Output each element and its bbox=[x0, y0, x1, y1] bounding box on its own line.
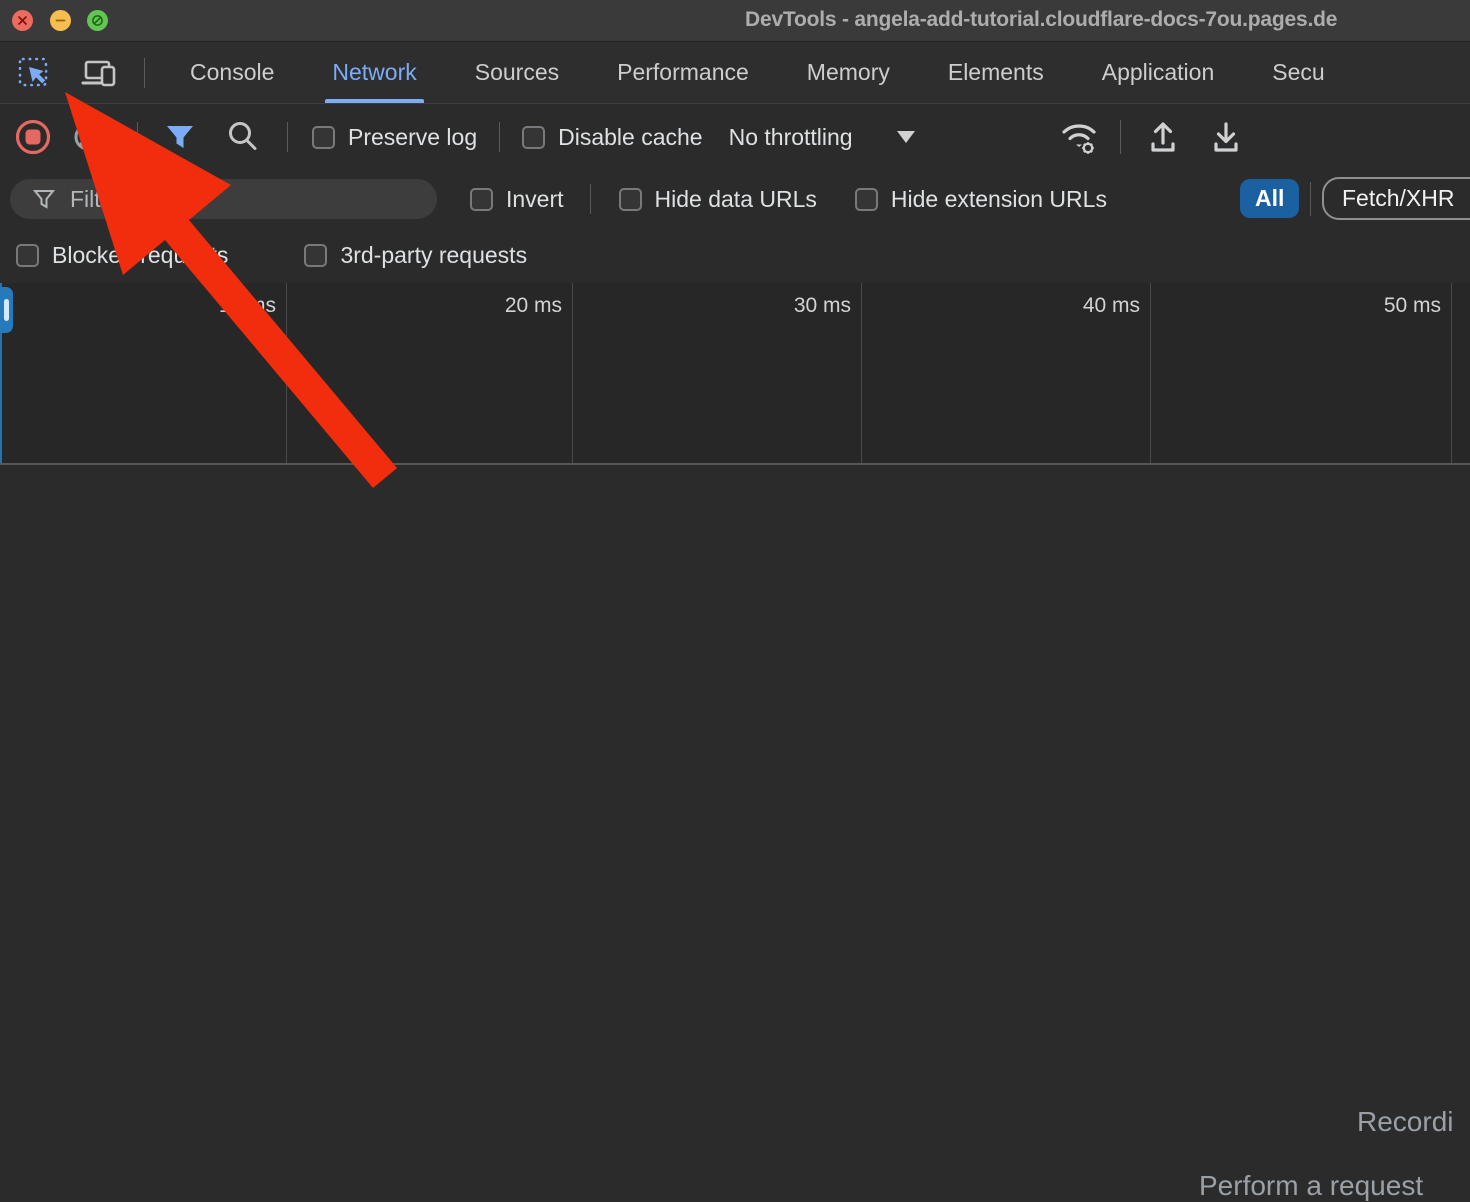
close-icon bbox=[17, 15, 28, 26]
tab-network[interactable]: Network bbox=[303, 42, 445, 103]
import-har-button[interactable] bbox=[1146, 104, 1180, 170]
download-icon bbox=[1209, 119, 1243, 155]
close-button[interactable] bbox=[12, 10, 33, 31]
chevron-down-icon bbox=[897, 131, 915, 143]
timeline-marker: 30 ms bbox=[794, 294, 851, 318]
perform-request-hint: Perform a request bbox=[1199, 1170, 1423, 1202]
filter-funnel-icon bbox=[163, 120, 197, 154]
network-filter-row: Invert Hide data URLs Hide extension URL… bbox=[0, 170, 1470, 228]
tabbar-divider bbox=[144, 58, 145, 88]
waterfall-drag-handle[interactable] bbox=[0, 287, 13, 333]
timeline-column: 40 ms bbox=[862, 283, 1151, 463]
timeline-column: 20 ms bbox=[287, 283, 573, 463]
toggle-device-toolbar-button[interactable] bbox=[80, 54, 120, 92]
toolbar-divider bbox=[1120, 104, 1121, 170]
upload-icon bbox=[1146, 119, 1180, 155]
clear-network-log-button[interactable] bbox=[73, 122, 103, 152]
devtools-tabbar: Console Network Sources Performance Memo… bbox=[0, 42, 1470, 104]
recording-status-text: Recordi bbox=[1357, 1106, 1453, 1138]
toolbar-divider bbox=[137, 122, 138, 152]
search-network-button[interactable] bbox=[225, 119, 261, 155]
blocked-requests-label: Blocked requests bbox=[52, 242, 228, 269]
tab-application[interactable]: Application bbox=[1073, 42, 1244, 103]
hide-extension-urls-label: Hide extension URLs bbox=[891, 186, 1107, 213]
invert-label: Invert bbox=[506, 186, 564, 213]
zoom-icon bbox=[91, 14, 104, 27]
preserve-log-group: Preserve log bbox=[312, 124, 477, 151]
panel-tabs: Console Network Sources Performance Memo… bbox=[161, 42, 1354, 103]
third-party-requests-checkbox[interactable] bbox=[304, 244, 327, 267]
timeline-marker: 20 ms bbox=[505, 294, 562, 318]
export-har-button[interactable] bbox=[1209, 104, 1243, 170]
timeline-column: 50 ms bbox=[1151, 283, 1452, 463]
wifi-gear-icon bbox=[1058, 117, 1100, 157]
hide-data-urls-label: Hide data URLs bbox=[655, 186, 817, 213]
request-type-filter-fetch-xhr[interactable]: Fetch/XHR bbox=[1322, 177, 1470, 220]
preserve-log-label: Preserve log bbox=[348, 124, 477, 151]
tab-sources[interactable]: Sources bbox=[446, 42, 588, 103]
tab-security[interactable]: Secu bbox=[1243, 42, 1353, 103]
filter-row-divider bbox=[1310, 182, 1311, 216]
timeline-marker: 50 ms bbox=[1384, 294, 1441, 318]
network-toolbar: Preserve log Disable cache No throttling bbox=[0, 104, 1470, 170]
zoom-button[interactable] bbox=[87, 10, 108, 31]
throttling-select[interactable]: No throttling bbox=[729, 124, 915, 151]
preserve-log-checkbox[interactable] bbox=[312, 126, 335, 149]
toolbar-divider bbox=[287, 122, 288, 152]
clear-icon bbox=[73, 122, 103, 152]
tab-memory[interactable]: Memory bbox=[778, 42, 919, 103]
window-titlebar: DevTools - angela-add-tutorial.cloudflar… bbox=[0, 0, 1470, 42]
timeline-marker: 40 ms bbox=[1083, 294, 1140, 318]
hide-data-urls-group: Hide data URLs bbox=[619, 186, 817, 213]
filter-input[interactable] bbox=[70, 186, 400, 213]
hide-extension-urls-checkbox[interactable] bbox=[855, 188, 878, 211]
request-type-filter-all[interactable]: All bbox=[1240, 179, 1299, 218]
invert-checkbox[interactable] bbox=[470, 188, 493, 211]
minimize-icon bbox=[55, 15, 66, 26]
hide-data-urls-checkbox[interactable] bbox=[619, 188, 642, 211]
search-icon bbox=[225, 119, 261, 155]
window-title: DevTools - angela-add-tutorial.cloudflar… bbox=[745, 8, 1337, 32]
filter-row-divider bbox=[590, 184, 591, 214]
toolbar-divider bbox=[499, 122, 500, 152]
blocked-requests-checkbox[interactable] bbox=[16, 244, 39, 267]
timeline-column: 30 ms bbox=[573, 283, 862, 463]
inspect-element-button[interactable] bbox=[15, 54, 53, 92]
invert-filter-group: Invert bbox=[470, 186, 564, 213]
disable-cache-label: Disable cache bbox=[558, 124, 702, 151]
blocked-requests-group: Blocked requests bbox=[16, 242, 228, 269]
record-stop-icon bbox=[15, 119, 51, 155]
network-conditions-button[interactable] bbox=[1058, 104, 1100, 170]
tab-elements[interactable]: Elements bbox=[919, 42, 1073, 103]
timeline-column: 10 ms bbox=[0, 283, 287, 463]
more-filters-row: Blocked requests 3rd-party requests bbox=[0, 228, 1470, 283]
throttling-value: No throttling bbox=[729, 124, 853, 151]
device-toolbar-icon bbox=[81, 55, 119, 91]
tab-console[interactable]: Console bbox=[161, 42, 303, 103]
tab-performance[interactable]: Performance bbox=[588, 42, 778, 103]
timeline-marker: 10 ms bbox=[219, 294, 276, 318]
third-party-requests-group: 3rd-party requests bbox=[304, 242, 527, 269]
disable-cache-group: Disable cache bbox=[522, 124, 702, 151]
disable-cache-checkbox[interactable] bbox=[522, 126, 545, 149]
filter-input-container bbox=[10, 179, 437, 219]
funnel-outline-icon bbox=[32, 187, 56, 211]
third-party-requests-label: 3rd-party requests bbox=[340, 242, 527, 269]
filter-toggle-button[interactable] bbox=[162, 119, 198, 155]
record-network-log-button[interactable] bbox=[15, 119, 51, 155]
minimize-button[interactable] bbox=[50, 10, 71, 31]
network-overview-timeline: 10 ms 20 ms 30 ms 40 ms 50 ms bbox=[0, 283, 1470, 465]
requests-table-empty-area: Recordi Perform a request bbox=[0, 465, 1470, 960]
inspect-icon bbox=[16, 55, 52, 91]
hide-extension-urls-group: Hide extension URLs bbox=[855, 186, 1107, 213]
